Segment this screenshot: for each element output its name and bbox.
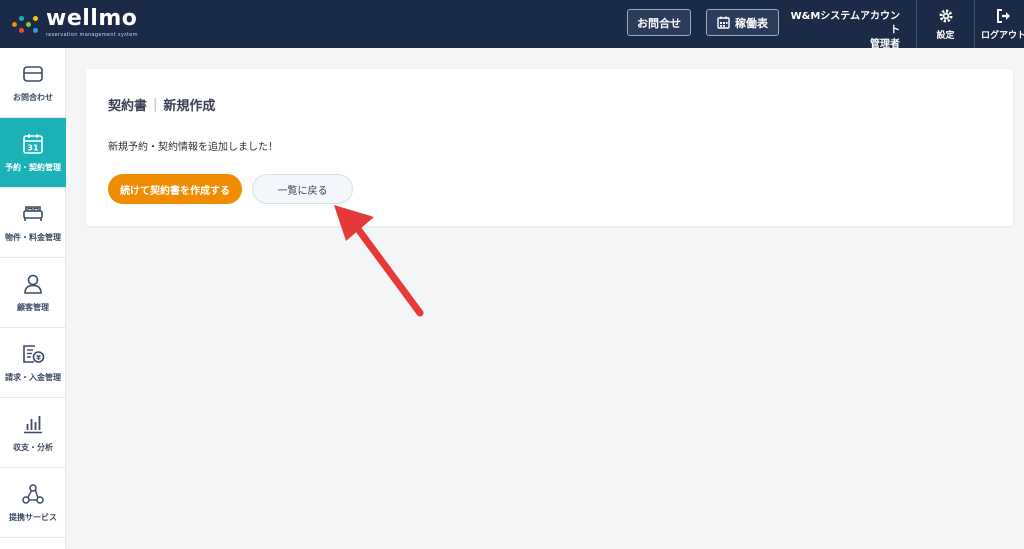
logout-label: ログアウト — [980, 30, 1024, 41]
user-icon — [24, 274, 42, 294]
sidebar-item-reservations[interactable]: 31 予約・契約管理 — [0, 118, 66, 188]
schedule-button-label: 稼働表 — [735, 17, 768, 30]
calendar-grid-icon — [717, 16, 730, 29]
bed-icon — [23, 206, 43, 221]
network-icon — [22, 484, 44, 504]
contact-button-label: お問合せ — [637, 17, 681, 30]
logo-dots-icon — [12, 14, 42, 36]
calendar-icon: 31 — [23, 134, 43, 154]
sidebar-item-billing[interactable]: ¥ 請求・入金管理 — [0, 328, 66, 398]
account-role: 管理者 — [870, 39, 900, 50]
settings-label: 設定 — [936, 30, 955, 41]
page-title-sub: 新規作成 — [163, 99, 216, 114]
sidebar-item-label: 請求・入金管理 — [5, 373, 61, 382]
gear-icon — [939, 9, 952, 22]
logout-icon — [996, 8, 1010, 23]
sidebar-item-label: 提携サービス — [9, 513, 57, 522]
brand-tagline: reservation management system — [46, 32, 138, 38]
top-header: wellmo reservation management system お問合… — [0, 0, 1024, 50]
calendar-day-text: 31 — [27, 144, 39, 153]
sidebar-item-label: お問合わせ — [13, 93, 53, 102]
settings-button[interactable]: 設定 — [916, 0, 974, 48]
sidebar-item-label: 収支・分析 — [13, 443, 53, 452]
success-message: 新規予約・契約情報を追加しました！ — [108, 142, 278, 153]
sidebar: お問合わせ 31 予約・契約管理 物件・料金管理 顧客管理 ¥ 請求・入金管理 … — [0, 48, 66, 549]
sidebar-item-label: 物件・料金管理 — [5, 233, 61, 242]
sidebar-item-inquiries[interactable]: お問合わせ — [0, 48, 66, 118]
sidebar-item-partners[interactable]: 提携サービス — [0, 468, 66, 538]
page-title: 契約書 | 新規作成 — [108, 95, 215, 114]
invoice-yen-icon: ¥ — [23, 345, 45, 363]
account-name: W&Mシステムアカウント — [790, 11, 900, 36]
sidebar-item-properties[interactable]: 物件・料金管理 — [0, 188, 66, 258]
account-info: W&Mシステムアカウント 管理者 — [786, 10, 900, 52]
sidebar-item-label: 予約・契約管理 — [5, 163, 61, 172]
back-to-list-button[interactable]: 一覧に戻る — [252, 174, 353, 204]
result-card: 契約書 | 新規作成 新規予約・契約情報を追加しました！ 続けて契約書を作成する… — [86, 69, 1013, 226]
wellmo-logo[interactable]: wellmo reservation management system — [12, 6, 172, 42]
create-another-contract-button[interactable]: 続けて契約書を作成する — [108, 174, 242, 204]
brand-name: wellmo — [46, 6, 138, 31]
schedule-button[interactable]: 稼働表 — [706, 9, 779, 36]
logout-button[interactable]: ログアウト — [974, 0, 1024, 48]
mail-icon — [23, 66, 43, 82]
bar-chart-icon — [24, 416, 42, 434]
title-separator: | — [153, 97, 158, 112]
svg-text:¥: ¥ — [36, 354, 41, 362]
contact-button[interactable]: お問合せ — [627, 9, 691, 36]
sidebar-item-customers[interactable]: 顧客管理 — [0, 258, 66, 328]
page-title-main: 契約書 — [108, 99, 148, 114]
sidebar-item-label: 顧客管理 — [17, 303, 49, 312]
sidebar-item-analytics[interactable]: 収支・分析 — [0, 398, 66, 468]
